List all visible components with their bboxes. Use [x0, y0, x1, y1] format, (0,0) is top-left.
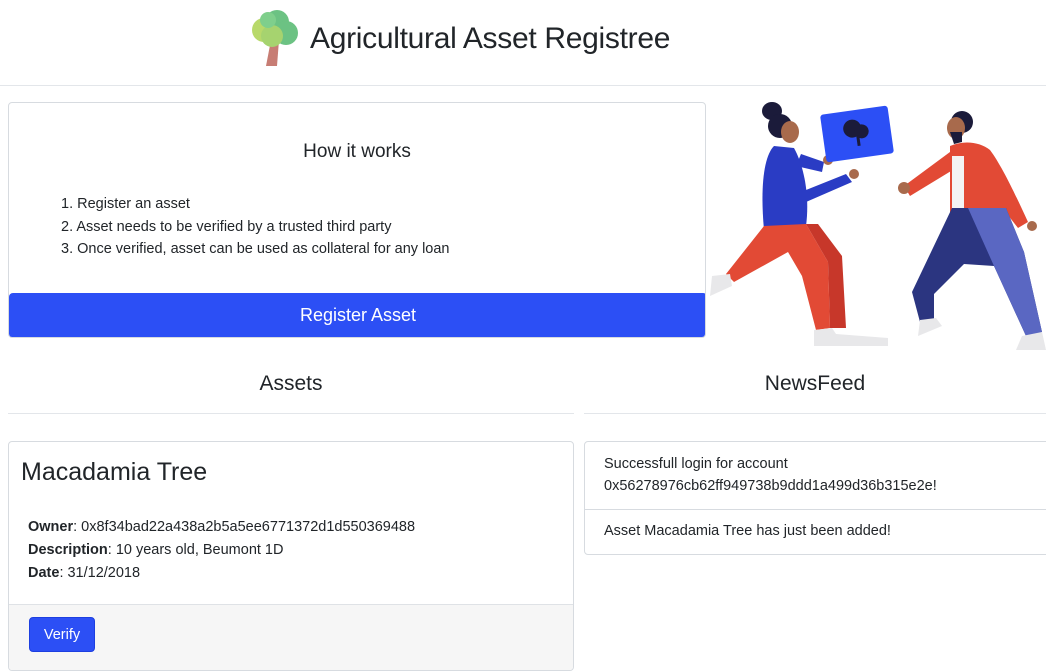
step-item: 1. Register an asset — [61, 196, 190, 212]
news-item-text: Asset Macadamia Tree has just been added… — [604, 523, 891, 539]
tree-icon — [252, 10, 298, 66]
news-item-account: 0x56278976cb62ff949738b9ddd1a499d36b315e… — [604, 478, 937, 494]
header: Agricultural Asset Registree — [0, 0, 1046, 86]
asset-date: Date: 31/12/2018 — [28, 562, 415, 585]
description-value: : 10 years old, Beumont 1D — [107, 542, 284, 558]
owner-label: Owner — [28, 519, 74, 535]
news-item: Successfull login for account 0x56278976… — [585, 442, 1046, 509]
how-it-works-card: How it works 1. Register an asset 2. Ass… — [8, 102, 706, 338]
news-item: Asset Macadamia Tree has just been added… — [585, 509, 1046, 554]
newsfeed-divider — [584, 413, 1046, 414]
step-item: 2. Asset needs to be verified by a trust… — [61, 218, 392, 235]
assets-divider — [8, 413, 574, 414]
asset-description: Description: 10 years old, Beumont 1D — [28, 539, 415, 562]
asset-card-footer: Verify — [9, 604, 573, 670]
asset-card: Macadamia Tree Owner: 0x8f34bad22a438a2b… — [8, 441, 574, 671]
asset-name: Macadamia Tree — [21, 458, 208, 486]
app-title: Agricultural Asset Registree — [310, 22, 671, 55]
newsfeed-list: Successfull login for account 0x56278976… — [584, 441, 1046, 555]
asset-details: Owner: 0x8f34bad22a438a2b5a5ee6771372d1d… — [28, 516, 415, 585]
people-exchanging-tree-illustration — [710, 102, 1046, 350]
description-label: Description — [28, 542, 108, 558]
asset-owner: Owner: 0x8f34bad22a438a2b5a5ee6771372d1d… — [28, 516, 415, 539]
news-item-text: Successfull login for account — [604, 456, 788, 472]
register-asset-button[interactable]: Register Asset — [9, 293, 705, 337]
step-item: 3. Once verified, asset can be used as c… — [61, 241, 450, 257]
date-value: : 31/12/2018 — [59, 565, 141, 581]
newsfeed-section-title: NewsFeed — [764, 372, 866, 395]
steps-list: 1. Register an asset 2. Asset needs to b… — [61, 193, 450, 261]
how-it-works-title: How it works — [303, 141, 411, 162]
date-label: Date — [28, 565, 60, 581]
verify-button[interactable]: Verify — [29, 617, 95, 652]
assets-section-title: Assets — [259, 372, 323, 395]
owner-value: : 0x8f34bad22a438a2b5a5ee6771372d1d55036… — [73, 519, 416, 535]
